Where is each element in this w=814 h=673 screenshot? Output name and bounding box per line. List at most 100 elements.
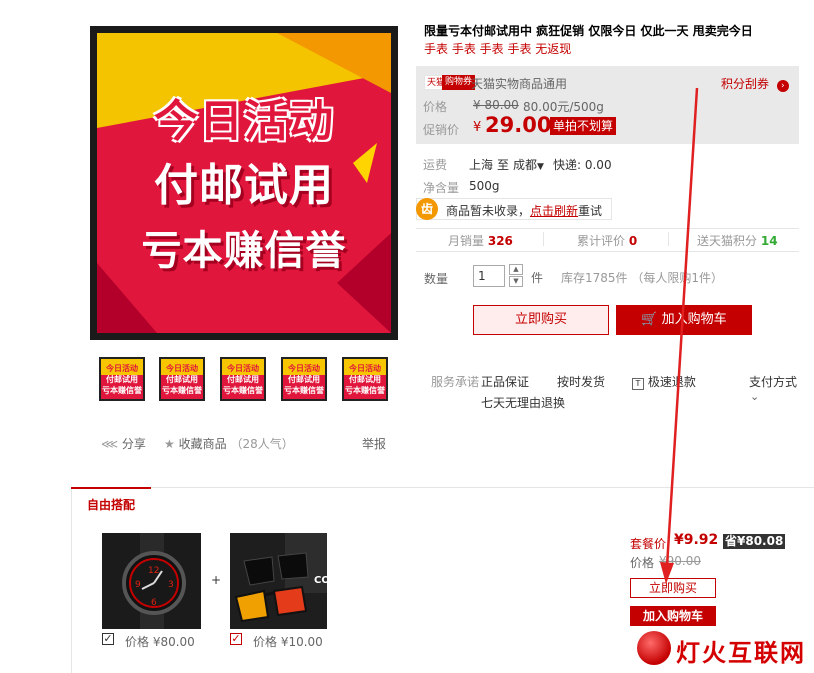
thumbnail-text: 付邮试用	[106, 375, 138, 384]
thumbnail-text: 亏本赚信誉	[284, 386, 324, 395]
review-count-label: 累计评价	[577, 234, 626, 248]
combo-tab-indicator	[71, 487, 151, 489]
chevron-up-icon: ▲	[513, 265, 519, 273]
service-return7[interactable]: 七天无理由退换	[481, 394, 565, 411]
combo-item-price: 价格 ¥80.00	[125, 635, 195, 649]
notice-suffix: 重试	[578, 204, 603, 218]
thumbnail-text: 付邮试用	[166, 375, 198, 384]
combo-tab[interactable]: 自由搭配	[87, 496, 135, 513]
package-original-price: ¥90.00	[659, 554, 701, 568]
review-count[interactable]: 累计评价 0	[577, 232, 637, 249]
share-link[interactable]: ⋘ 分享	[101, 435, 146, 452]
watch-icon: 12 3 6 9	[122, 533, 186, 629]
review-count-value: 0	[628, 234, 638, 248]
package-original-label: 价格	[630, 556, 655, 570]
tmall-points: 送天猫积分 14	[697, 232, 778, 249]
favorite-label: 收藏商品	[178, 437, 227, 451]
notice-icon: 齿	[416, 198, 438, 220]
monthly-sales: 月销量 326	[448, 232, 513, 249]
combo-item-price: 价格 ¥10.00	[253, 635, 323, 649]
thumbnail[interactable]: 今日活动 付邮试用 亏本赚信誉	[99, 357, 145, 401]
main-product-image: 今日活动 付邮试用 亏本赚信誉	[90, 26, 398, 340]
share-label: 分享	[121, 437, 146, 451]
buy-now-button[interactable]: 立即购买	[473, 305, 609, 335]
stats-bottom-divider	[416, 251, 799, 252]
sunglasses-icon: CO	[230, 533, 327, 629]
chevron-down-icon: ▼	[513, 277, 519, 285]
shipping-destination-select[interactable]: 成都▼	[513, 156, 544, 173]
thumbnail[interactable]: 今日活动 付邮试用 亏本赚信誉	[342, 357, 388, 401]
service-fast-refund[interactable]: T 极速退款	[632, 373, 696, 390]
svg-text:12: 12	[148, 566, 159, 576]
package-buy-now-button[interactable]: 立即购买	[630, 578, 716, 598]
net-content-label: 净含量	[423, 181, 460, 195]
promo-line-2: 付邮试用	[154, 160, 334, 211]
currency-symbol: ¥	[473, 120, 482, 135]
original-price: ¥ 80.00	[473, 98, 519, 112]
svg-text:6: 6	[151, 598, 157, 608]
add-to-cart-label: 加入购物车	[661, 312, 727, 327]
thumbnail-text: 今日活动	[227, 364, 259, 373]
service-on-time[interactable]: 按时发货	[557, 373, 605, 390]
notice-text: 商品暂未收录，	[446, 204, 531, 218]
report-link[interactable]: 举报	[362, 435, 386, 452]
arrow-right-icon: ›	[776, 80, 789, 92]
combo-item-checkbox[interactable]: ✓	[102, 633, 114, 645]
thumbnail[interactable]: 今日活动 付邮试用 亏本赚信誉	[159, 357, 205, 401]
share-icon: ⋘	[101, 437, 119, 451]
package-add-to-cart-button[interactable]: 加入购物车	[630, 606, 716, 626]
quantity-unit: 件	[531, 271, 544, 285]
quantity-increase-button[interactable]: ▲	[509, 264, 523, 275]
combo-item-image-watch[interactable]: 12 3 6 9	[102, 533, 201, 629]
fast-refund-label: 极速退款	[647, 375, 696, 389]
thumbnail-text: 今日活动	[106, 364, 138, 373]
points-coupon-label: 积分刮券	[721, 77, 770, 91]
combo-item-checkbox[interactable]: ✓	[230, 633, 242, 645]
price-label: 价格	[423, 100, 448, 114]
tmall-points-value: 14	[760, 234, 778, 248]
add-to-cart-button[interactable]: 🛒 加入购物车	[616, 305, 752, 335]
combo-item-image-sunglasses[interactable]: CO	[230, 533, 327, 629]
save-tag: 省¥80.08	[723, 534, 786, 549]
thumbnail[interactable]: 今日活动 付邮试用 亏本赚信誉	[281, 357, 327, 401]
quantity-decrease-button[interactable]: ▼	[509, 276, 523, 287]
quantity-input[interactable]: 1	[473, 265, 505, 287]
promo-price: 29.00	[485, 113, 552, 137]
service-label: 服务承诺	[431, 375, 480, 389]
thumbnail-text: 付邮试用	[349, 375, 381, 384]
cart-icon: 🛒	[641, 312, 658, 327]
thumbnail-text: 今日活动	[349, 364, 381, 373]
thumbnail[interactable]: 今日活动 付邮试用 亏本赚信誉	[220, 357, 266, 401]
watermark-text: 灯火互联网	[676, 639, 806, 667]
shipping-from: 上海	[469, 158, 494, 172]
promo-line-3: 亏本赚信誉	[141, 228, 347, 274]
shipping-to-word: 至	[497, 158, 510, 172]
points-coupon-link[interactable]: 积分刮券 ›	[721, 75, 789, 92]
star-icon: ★	[164, 437, 175, 451]
refresh-link[interactable]: 点击刷新	[530, 202, 578, 219]
net-content-value: 500g	[469, 179, 500, 193]
thumbnail-text: 付邮试用	[288, 375, 320, 384]
stats-top-divider	[416, 228, 799, 229]
thumbnail-text: 付邮试用	[227, 375, 259, 384]
stats-separator	[543, 232, 544, 246]
service-genuine[interactable]: 正品保证	[481, 373, 529, 390]
thumbnail-text: 亏本赚信誉	[162, 386, 202, 395]
monthly-sales-value: 326	[487, 234, 513, 248]
package-price: ¥9.92	[674, 532, 719, 548]
chevron-down-icon[interactable]: ⌄	[750, 390, 759, 403]
stats-separator	[668, 232, 669, 246]
shipping-label: 运费	[423, 158, 448, 172]
payment-methods[interactable]: 支付方式	[749, 373, 797, 390]
thumbnail-text: 今日活动	[166, 364, 198, 373]
thumbnail-text: 今日活动	[288, 364, 320, 373]
refund-icon: T	[632, 378, 644, 390]
tmall-points-label: 送天猫积分	[697, 234, 758, 248]
product-title: 限量亏本付邮试用中 疯狂促销 仅限今日 仅此一天 甩卖完今日	[424, 24, 753, 38]
combo-plus-sign: +	[211, 573, 222, 587]
favorite-link[interactable]: ★ 收藏商品 （28人气）	[164, 435, 294, 452]
shipping-destination: 成都	[513, 158, 538, 172]
svg-text:CO: CO	[314, 575, 327, 586]
thumbnail-text: 亏本赚信誉	[223, 386, 263, 395]
monthly-sales-label: 月销量	[448, 234, 485, 248]
